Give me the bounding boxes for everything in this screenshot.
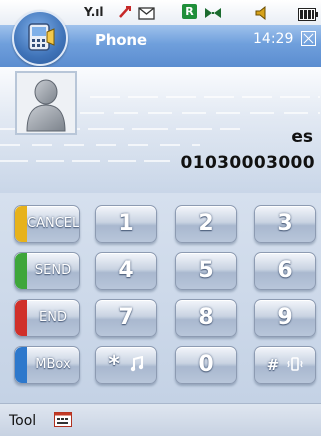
key-3[interactable]: 3 xyxy=(254,205,316,243)
data-connection-icon xyxy=(117,4,133,24)
key-4[interactable]: 4 xyxy=(95,252,157,290)
clock: 14:29 xyxy=(253,31,294,47)
end-label: END xyxy=(39,310,67,325)
key-star[interactable]: * xyxy=(95,346,157,384)
key-9[interactable]: 9 xyxy=(254,299,316,337)
end-stripe xyxy=(15,300,27,336)
start-menu-button[interactable] xyxy=(12,10,68,66)
key-hash[interactable]: # xyxy=(254,346,316,384)
roaming-badge: R xyxy=(182,4,197,19)
key-2[interactable]: 2 xyxy=(175,205,237,243)
input-panel-icon[interactable] xyxy=(54,412,72,427)
cancel-stripe xyxy=(15,206,27,242)
key-hash-label: # xyxy=(266,356,280,374)
phone-screen: Y.ıl R Phone 14:29 es 01030003000 CANCEL… xyxy=(0,0,321,436)
send-label: SEND xyxy=(34,263,72,278)
call-info-panel: es 01030003000 xyxy=(0,67,321,193)
key-7[interactable]: 7 xyxy=(95,299,157,337)
tool-menu-button[interactable]: Tool xyxy=(9,413,36,429)
key-0[interactable]: 0 xyxy=(175,346,237,384)
bluetooth-connection-icon xyxy=(203,5,223,24)
dial-keypad: CANCEL SEND END MBox 1 2 3 4 5 6 7 8 9 * xyxy=(0,193,321,403)
music-note-icon xyxy=(130,355,143,372)
mbox-label: MBox xyxy=(35,357,71,372)
app-title: Phone xyxy=(95,31,147,49)
send-button[interactable]: SEND xyxy=(14,252,80,290)
dialed-number: 01030003000 xyxy=(180,153,315,173)
end-button[interactable]: END xyxy=(14,299,80,337)
key-8[interactable]: 8 xyxy=(175,299,237,337)
cancel-button[interactable]: CANCEL xyxy=(14,205,80,243)
close-button[interactable] xyxy=(301,31,316,46)
key-6[interactable]: 6 xyxy=(254,252,316,290)
send-stripe xyxy=(15,253,27,289)
battery-icon xyxy=(298,6,318,25)
mbox-button[interactable]: MBox xyxy=(14,346,80,384)
speaker-icon[interactable] xyxy=(254,5,270,24)
message-icon xyxy=(138,5,155,24)
key-1[interactable]: 1 xyxy=(95,205,157,243)
phone-app-icon xyxy=(28,23,55,51)
mbox-stripe xyxy=(15,347,27,383)
signal-icon: Y.ıl xyxy=(84,5,104,19)
person-icon xyxy=(17,73,75,133)
vibrate-icon xyxy=(287,357,304,371)
bottom-toolbar: Tool xyxy=(0,403,321,436)
key-star-label: * xyxy=(108,352,120,377)
key-5[interactable]: 5 xyxy=(175,252,237,290)
contact-photo xyxy=(15,71,77,135)
contact-name: es xyxy=(291,127,313,147)
